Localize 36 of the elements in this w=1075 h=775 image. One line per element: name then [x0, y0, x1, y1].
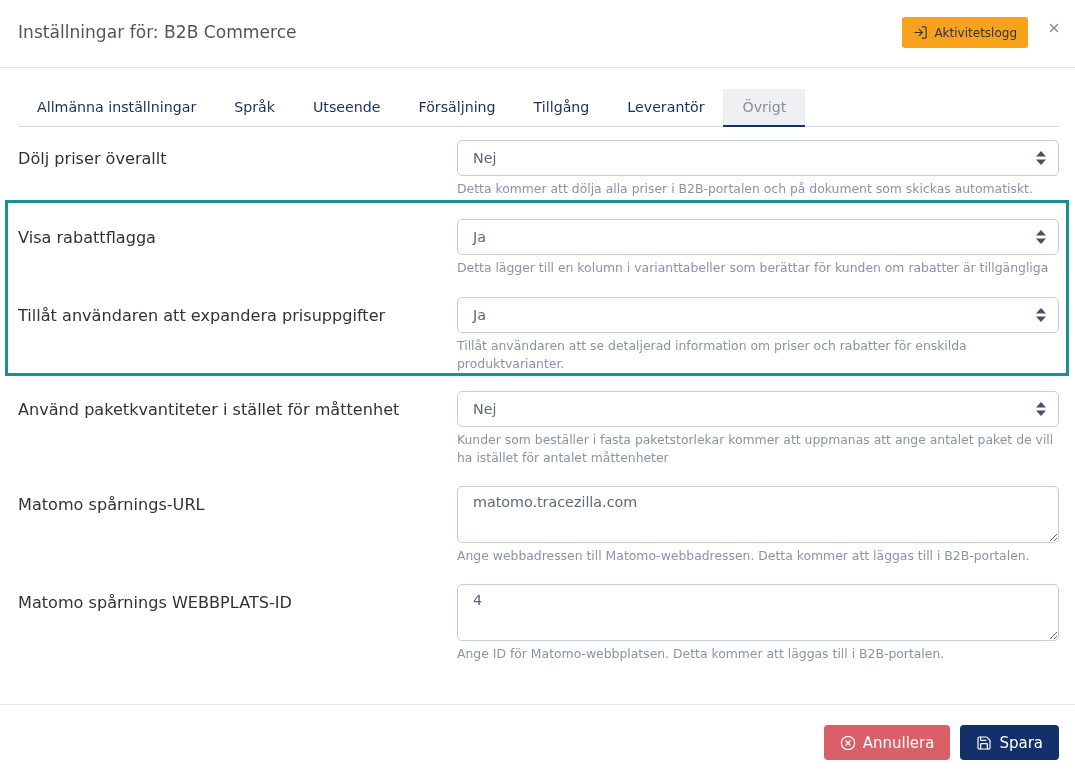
dialog-title: Inställningar för: B2B Commerce — [18, 21, 297, 44]
up-down-caret-icon — [1036, 151, 1046, 165]
setting-label: Visa rabattflagga — [18, 226, 157, 249]
setting-label: Tillåt användaren att expandera prisuppgifter — [18, 304, 387, 327]
select-field[interactable]: Nej — [457, 391, 1059, 427]
help-text: Detta lägger till en kolumn i varianttabeller som berättar för kunden om rabatter är tillgängliga — [457, 259, 1050, 277]
up-down-caret-icon — [1036, 402, 1046, 416]
close-button[interactable] — [1047, 21, 1061, 35]
up-down-caret-icon — [1036, 308, 1046, 322]
select-field[interactable]: Ja — [457, 297, 1059, 333]
setting-label: Matomo spårnings WEBBPLATS-ID — [18, 591, 293, 614]
setting-label: Använd paketkvantiteter i stället för måttenhet — [18, 398, 401, 421]
up-down-caret-icon — [1036, 230, 1046, 244]
setting-label: Matomo spårnings-URL — [18, 493, 206, 516]
activity-log-button[interactable]: Aktivitetslogg — [902, 17, 1028, 48]
sign-in-icon — [913, 25, 929, 40]
tab[interactable]: Tillgång — [514, 89, 609, 127]
help-text: Detta kommer att dölja alla priser i B2B-portalen och på dokument som skickas automatiskt. — [457, 180, 1034, 198]
tab[interactable]: Leverantör — [608, 89, 724, 127]
help-text: Tillåt användaren att se detaljerad information om priser och rabatter för enskilda produktvarianter. — [457, 337, 968, 373]
help-text: Kunder som beställer i fasta paketstorlekar kommer att uppmanas att ange antalet paket de vill ha istället för antalet måttenheter — [457, 431, 1055, 467]
setting-label: Dölj priser överallt — [18, 147, 168, 170]
circle-x-icon — [839, 734, 856, 751]
close-icon — [1047, 21, 1061, 35]
cancel-button[interactable]: Annullera — [823, 725, 951, 760]
help-text: Ange webbadressen till Matomo-webbadressen. Detta kommer att läggas till i B2B-portalen. — [457, 547, 1031, 565]
tab[interactable]: Utseende — [294, 89, 400, 127]
select-field[interactable]: Ja — [457, 219, 1059, 255]
text-area-field[interactable]: matomo.tracezilla.com — [457, 486, 1059, 543]
save-button[interactable]: Spara — [960, 725, 1059, 760]
help-text: Ange ID för Matomo-webbplatsen. Detta kommer att läggas till i B2B-portalen. — [457, 645, 946, 663]
text-area-field[interactable]: 4 — [457, 584, 1059, 641]
tab[interactable]: Språk — [215, 89, 294, 127]
select-field[interactable]: Nej — [457, 140, 1059, 176]
tab[interactable]: Försäljning — [399, 89, 515, 127]
tab[interactable]: Allmänna inställningar — [18, 89, 216, 127]
